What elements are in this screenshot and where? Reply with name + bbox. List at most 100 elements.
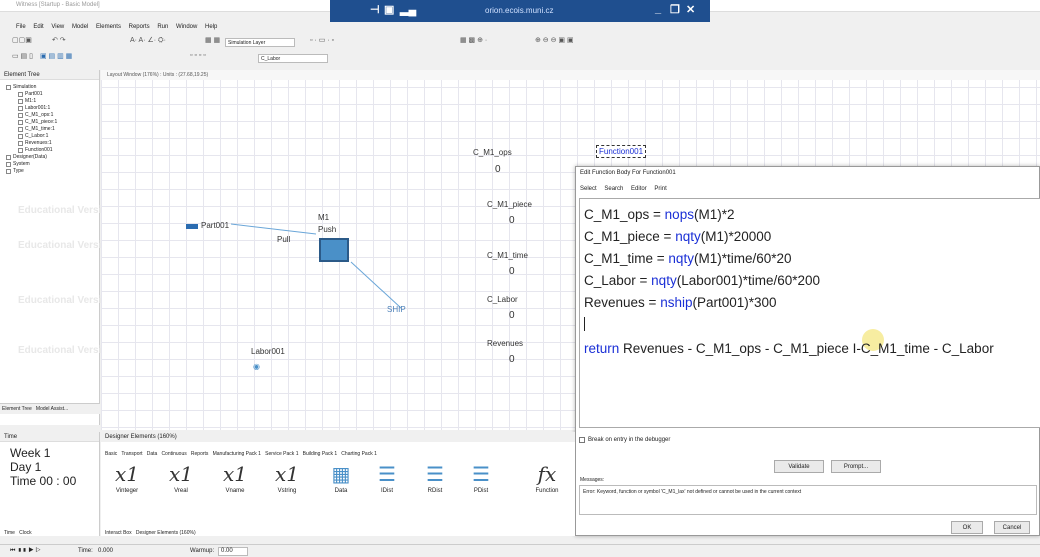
font-color-icon[interactable]: A· A· ∠· ⛭· bbox=[130, 36, 166, 45]
vname-element[interactable]: x1 Vname bbox=[217, 462, 253, 494]
vreal-element[interactable]: x1 Vreal bbox=[163, 462, 199, 494]
x1-icon: x1 bbox=[274, 462, 299, 486]
window-title: Witness [Startup - Basic Model] bbox=[16, 2, 100, 8]
tree-node[interactable]: Designer(Data) bbox=[6, 154, 47, 160]
pin-icon[interactable]: ⊣ bbox=[370, 3, 380, 16]
vstring-element[interactable]: x1 Vstring bbox=[269, 462, 305, 494]
list-icon: ☰ bbox=[426, 462, 444, 486]
tab-time[interactable]: Time bbox=[4, 530, 15, 536]
tree-node[interactable]: Part001 bbox=[18, 91, 43, 97]
time-tabs: Time Clock bbox=[4, 530, 32, 536]
new-icon[interactable]: ▢▢▣ bbox=[12, 36, 32, 44]
run-icons[interactable]: ▫ ▫ ▫ ▫ bbox=[190, 52, 206, 59]
tree-node[interactable]: Labor001:1 bbox=[18, 105, 50, 111]
menu-model[interactable]: Model bbox=[72, 24, 88, 30]
machine-icon[interactable] bbox=[319, 238, 349, 262]
ok-button[interactable]: OK bbox=[951, 521, 983, 534]
pdist-element[interactable]: ☰ PDist bbox=[463, 462, 499, 494]
undo-icon[interactable]: ↶ ↷ bbox=[52, 36, 66, 44]
tab-building[interactable]: Building Pack 1 bbox=[303, 451, 337, 457]
list-icon: ☰ bbox=[472, 462, 490, 486]
menu-view[interactable]: View bbox=[51, 24, 64, 30]
tab-interact-box[interactable]: Interact Box bbox=[105, 530, 132, 536]
menu-reports[interactable]: Reports bbox=[129, 24, 150, 30]
open-icons[interactable]: ▭ ▤ ▯ bbox=[12, 52, 33, 60]
menu-run[interactable]: Run bbox=[157, 24, 168, 30]
tree-node[interactable]: System bbox=[6, 161, 30, 167]
element-tree-header: Element Tree bbox=[0, 70, 99, 80]
minimize-icon[interactable]: _ bbox=[655, 3, 661, 15]
tree-node[interactable]: C_M1_ops:1 bbox=[18, 112, 53, 118]
zoom-icons[interactable]: ⊕ ⊖ ⊖ ▣ ▣ bbox=[535, 36, 574, 44]
tab-data[interactable]: Data bbox=[147, 451, 158, 457]
ship-route bbox=[350, 261, 402, 309]
tree-node[interactable]: M1:1 bbox=[18, 98, 36, 104]
menu-elements[interactable]: Elements bbox=[96, 24, 121, 30]
tab-element-tree[interactable]: Element Tree bbox=[2, 406, 32, 412]
tree-node[interactable]: C_M1_time:1 bbox=[18, 126, 55, 132]
layer-combo[interactable]: Simulation Layer bbox=[225, 38, 295, 47]
code-line: C_M1_piece = nqty(M1)*20000 bbox=[584, 229, 772, 244]
day-display: Day 1 bbox=[10, 460, 42, 474]
code-editor[interactable]: C_M1_ops = nops(M1)*2 C_M1_piece = nqty(… bbox=[579, 198, 1040, 428]
element-icons[interactable]: ▣ ▤ ▥ ▦ bbox=[40, 52, 72, 60]
warmup-label: Warmup: bbox=[190, 548, 215, 554]
idist-element[interactable]: ☰ IDist bbox=[369, 462, 405, 494]
layer-icons[interactable]: ▦ ▦ bbox=[205, 36, 220, 44]
function-box[interactable]: Function001 bbox=[596, 145, 647, 158]
tab-transport[interactable]: Transport bbox=[121, 451, 142, 457]
vinteger-element[interactable]: x1 Vinteger bbox=[109, 462, 145, 494]
designer-elements-panel: Designer Elements (160%) Basic Transport… bbox=[101, 432, 575, 536]
code-line: return Revenues - C_M1_ops - C_M1_piece … bbox=[584, 341, 994, 356]
run-controls-icon[interactable]: ⏮ ▮▮ ▶ ▷ bbox=[10, 548, 41, 555]
menu-help[interactable]: Help bbox=[205, 24, 217, 30]
tree-node[interactable]: C_Labor:1 bbox=[18, 133, 48, 139]
tree-node[interactable]: Simulation bbox=[6, 84, 36, 90]
part-icon[interactable] bbox=[186, 224, 198, 229]
tab-continuous[interactable]: Continuous bbox=[161, 451, 186, 457]
validate-button[interactable]: Validate bbox=[774, 460, 824, 473]
x1-icon: x1 bbox=[114, 462, 139, 486]
restore-icon[interactable]: ❐ bbox=[670, 3, 680, 16]
labor-icon[interactable]: ◉ bbox=[253, 362, 260, 371]
menu-bar: File Edit View Model Elements Reports Ru… bbox=[0, 22, 330, 32]
cancel-button[interactable]: Cancel bbox=[994, 521, 1030, 534]
watermark: Educational Version bbox=[18, 205, 114, 216]
counter-label: C_M1_time bbox=[487, 251, 528, 260]
watermark: Educational Version bbox=[18, 345, 114, 356]
dialog-menu-print[interactable]: Print bbox=[654, 186, 666, 192]
rdist-element[interactable]: ☰ RDist bbox=[417, 462, 453, 494]
tab-model-assist[interactable]: Model Assist... bbox=[36, 406, 68, 412]
align-icons[interactable]: ▫ · ▭ · ▫ bbox=[310, 36, 334, 44]
close-icon[interactable]: ✕ bbox=[686, 3, 695, 16]
tab-basic[interactable]: Basic bbox=[105, 451, 117, 457]
grid-icons[interactable]: ▦ ▩ ⊕ · bbox=[460, 36, 487, 44]
tree-node[interactable]: Revenues:1 bbox=[18, 140, 52, 146]
dialog-menu-search[interactable]: Search bbox=[604, 186, 623, 192]
menu-edit[interactable]: Edit bbox=[33, 24, 43, 30]
counter-label: Revenues bbox=[487, 339, 524, 348]
toolbar-row-1: ▢▢▣ ↶ ↷ A· A· ∠· ⛭· ▦ ▦ Simulation Layer… bbox=[0, 36, 1040, 50]
tab-designer-elements[interactable]: Designer Elements (160%) bbox=[136, 530, 196, 536]
element-combo[interactable]: C_Labor bbox=[258, 54, 328, 63]
tab-charting[interactable]: Charting Pack 1 bbox=[341, 451, 377, 457]
tab-manufacturing[interactable]: Manufacturing Pack 1 bbox=[213, 451, 261, 457]
debugger-checkbox-row[interactable]: Break on entry in the debugger bbox=[579, 437, 670, 443]
data-element[interactable]: ▦ Data bbox=[323, 462, 359, 494]
dialog-menu-select[interactable]: Select bbox=[580, 186, 597, 192]
tab-clock[interactable]: Clock bbox=[19, 530, 32, 536]
menu-window[interactable]: Window bbox=[176, 24, 197, 30]
tree-node[interactable]: C_M1_piece:1 bbox=[18, 119, 57, 125]
warmup-input[interactable]: 0.00 bbox=[218, 547, 248, 556]
tree-node[interactable]: Type bbox=[6, 168, 24, 174]
lock-icon[interactable]: ▣ bbox=[384, 3, 394, 16]
prompt-button[interactable]: Prompt... bbox=[831, 460, 881, 473]
machine-label: M1 bbox=[318, 213, 330, 222]
tab-service[interactable]: Service Pack 1 bbox=[265, 451, 298, 457]
menu-file[interactable]: File bbox=[16, 24, 26, 30]
tab-reports[interactable]: Reports bbox=[191, 451, 209, 457]
dialog-menu-editor[interactable]: Editor bbox=[631, 186, 647, 192]
function-element[interactable]: fx Function bbox=[529, 462, 565, 494]
tree-node[interactable]: Function001 bbox=[18, 147, 53, 153]
x1-icon: x1 bbox=[222, 462, 247, 486]
